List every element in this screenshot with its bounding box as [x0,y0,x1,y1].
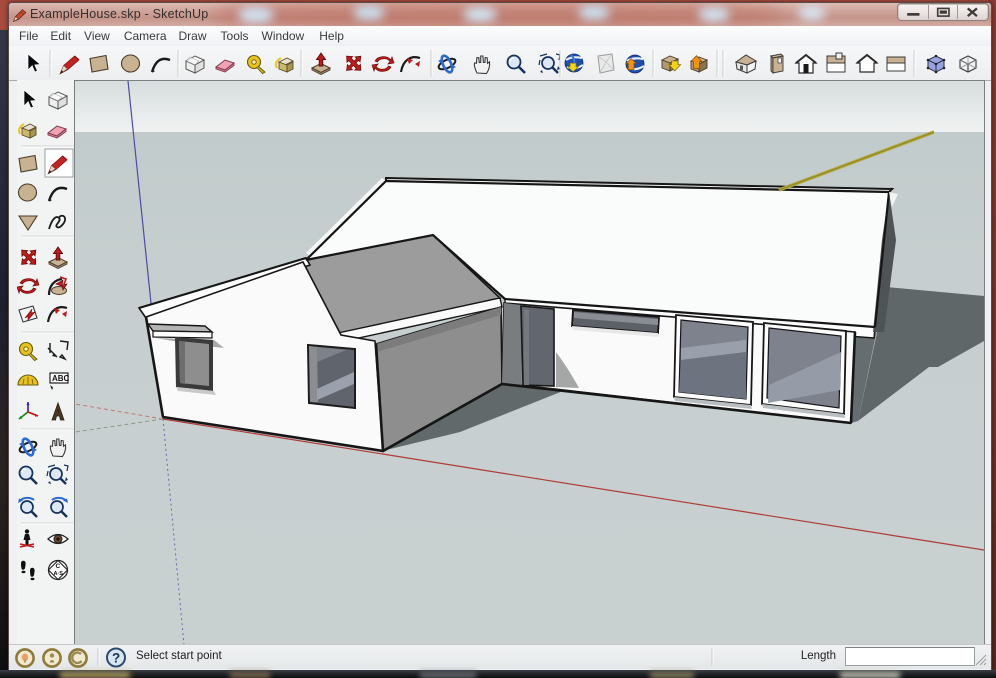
svg-text:?: ? [112,651,120,666]
